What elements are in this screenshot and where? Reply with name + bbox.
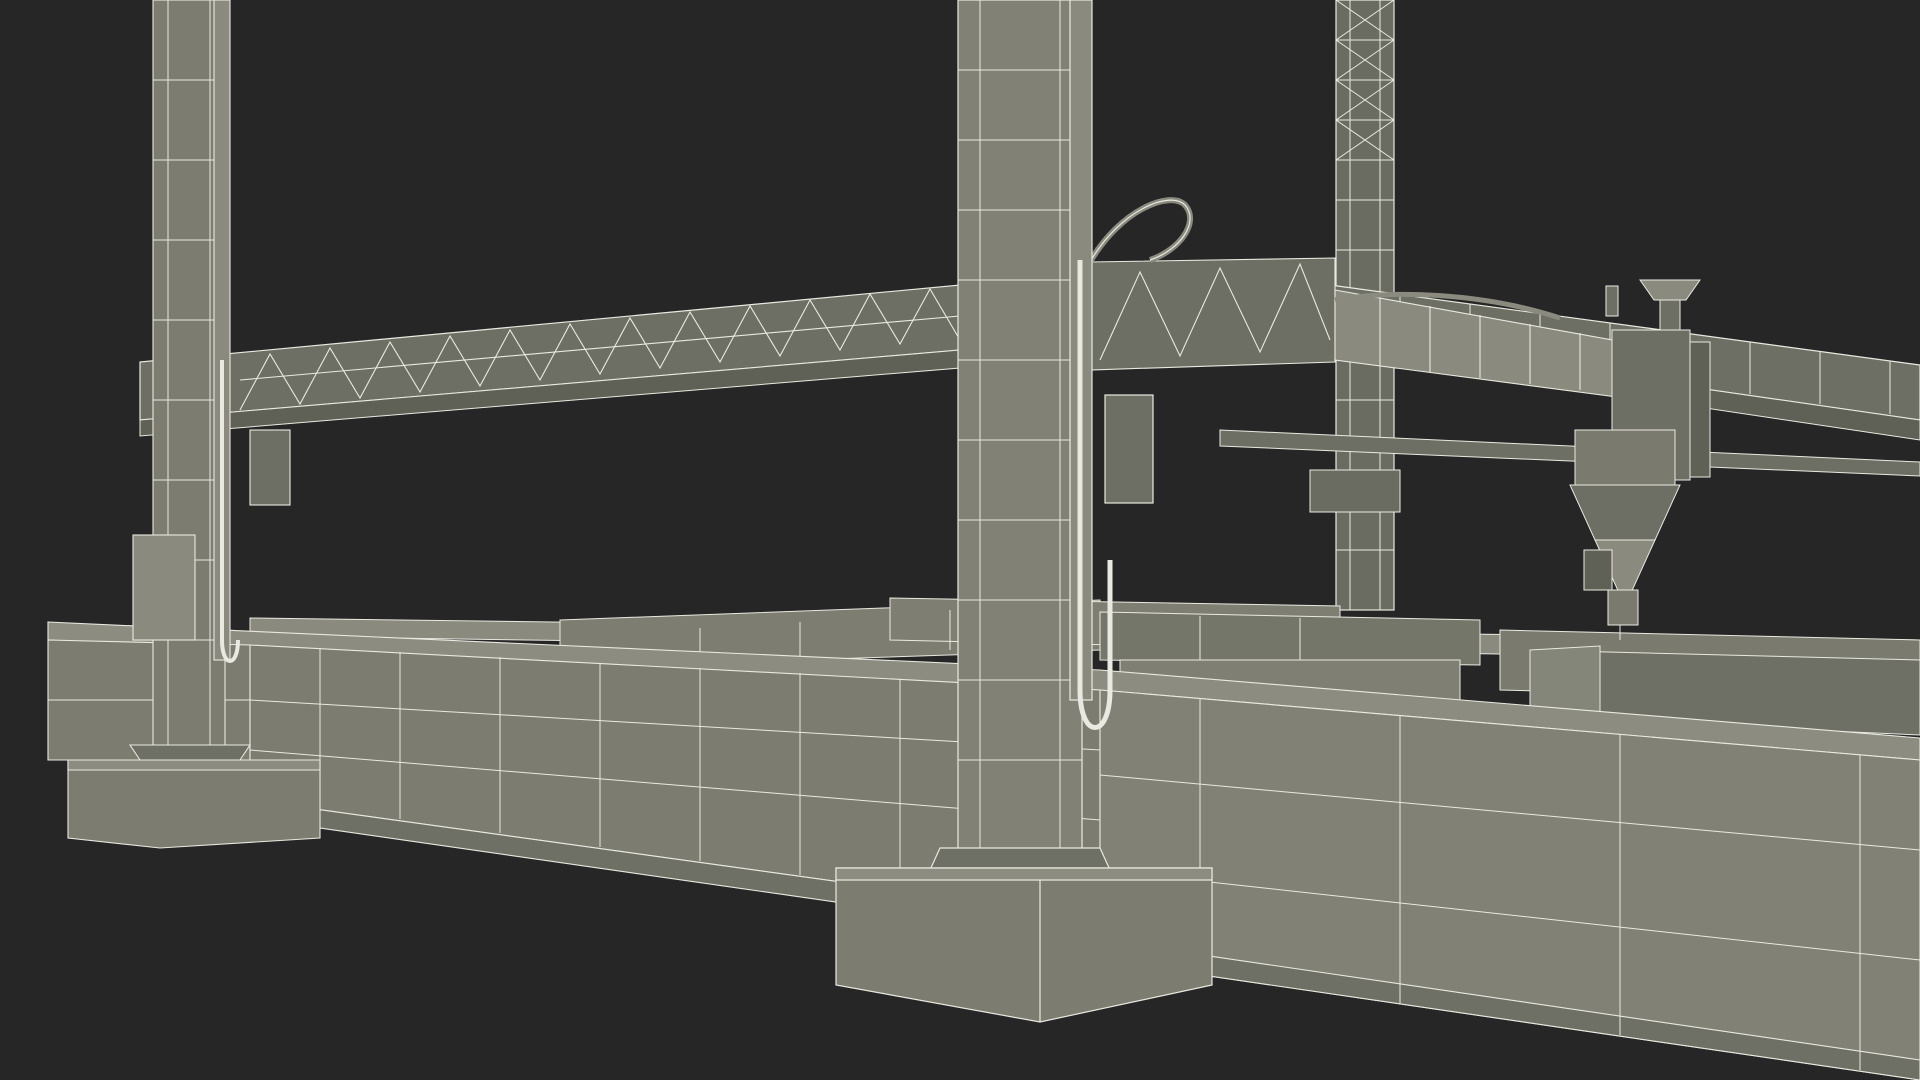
left-footing (67, 759, 321, 849)
printer-render (0, 0, 1920, 1080)
